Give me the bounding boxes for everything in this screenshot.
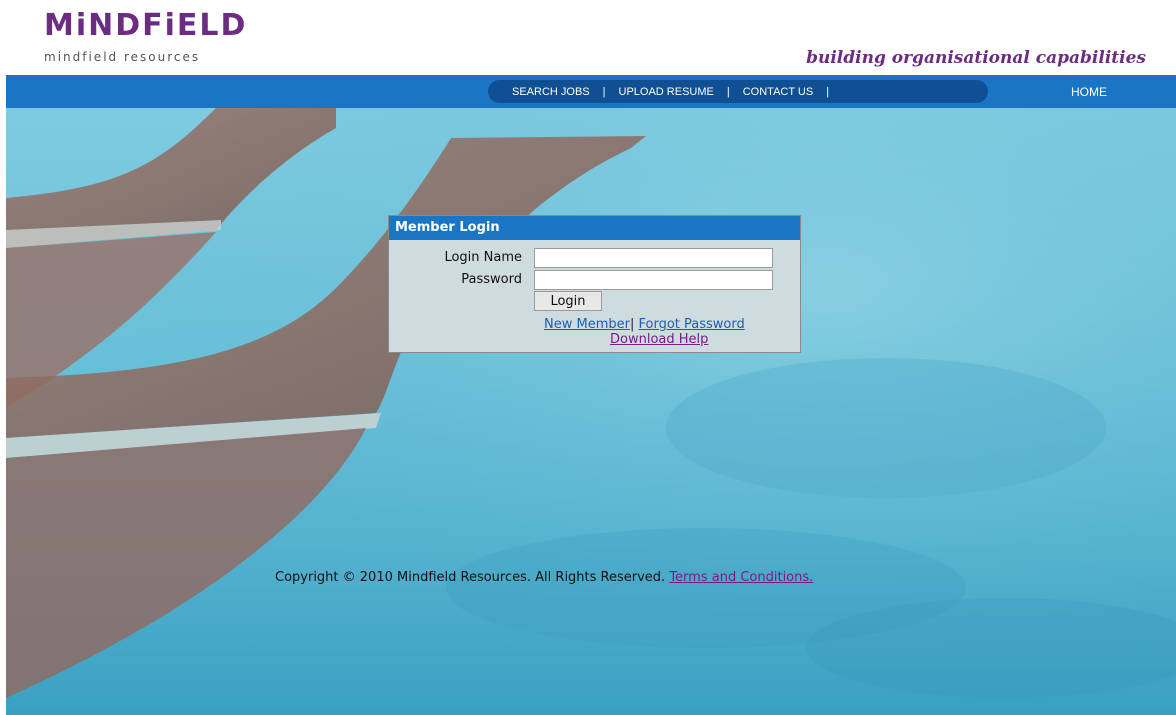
nav-separator: | [602, 85, 606, 98]
link-separator: | [629, 317, 635, 332]
nav-search-jobs[interactable]: SEARCH JOBS [512, 86, 590, 98]
copyright-text: Copyright © 2010 Mindfield Resources. Al… [275, 570, 666, 585]
forgot-password-link[interactable]: Forgot Password [639, 317, 745, 332]
nav-contact-us[interactable]: CONTACT US [743, 86, 814, 98]
footer-copyright: Copyright © 2010 Mindfield Resources. Al… [275, 570, 813, 585]
download-help-link[interactable]: Download Help [610, 332, 708, 347]
password-label: Password [461, 272, 522, 287]
new-member-link[interactable]: New Member [544, 317, 630, 332]
member-links: New Member| Forgot Password [544, 317, 745, 332]
terms-and-conditions-link[interactable]: Terms and Conditions. [669, 570, 813, 585]
background-image [6, 108, 1176, 715]
logo-subtitle: mindfield resources [44, 50, 201, 64]
tagline: building organisational capabilities [806, 48, 1146, 68]
logo[interactable]: MiNDFiELD mindfield resources [44, 8, 248, 65]
help-links: Download Help [610, 332, 708, 347]
login-name-row: Login Name [389, 247, 800, 269]
password-input[interactable] [534, 270, 773, 290]
login-button[interactable]: Login [534, 291, 602, 311]
nav-home[interactable]: HOME [1071, 85, 1107, 99]
member-login-panel: Member Login Login Name Password Login N… [388, 215, 801, 353]
nav-separator: | [726, 85, 730, 98]
boats-on-water-illustration [6, 108, 1176, 715]
top-navbar: SEARCH JOBS | UPLOAD RESUME | CONTACT US… [6, 75, 1176, 108]
member-login-title: Member Login [389, 216, 800, 240]
nav-upload-resume[interactable]: UPLOAD RESUME [619, 86, 714, 98]
login-name-label: Login Name [444, 250, 522, 265]
logo-wordmark: MiNDFiELD [44, 8, 248, 43]
nav-separator: | [826, 85, 830, 98]
password-row: Password [389, 269, 800, 291]
header: MiNDFiELD mindfield resources building o… [0, 0, 1176, 75]
login-name-input[interactable] [534, 248, 773, 268]
nav-menu: SEARCH JOBS | UPLOAD RESUME | CONTACT US… [488, 80, 988, 103]
